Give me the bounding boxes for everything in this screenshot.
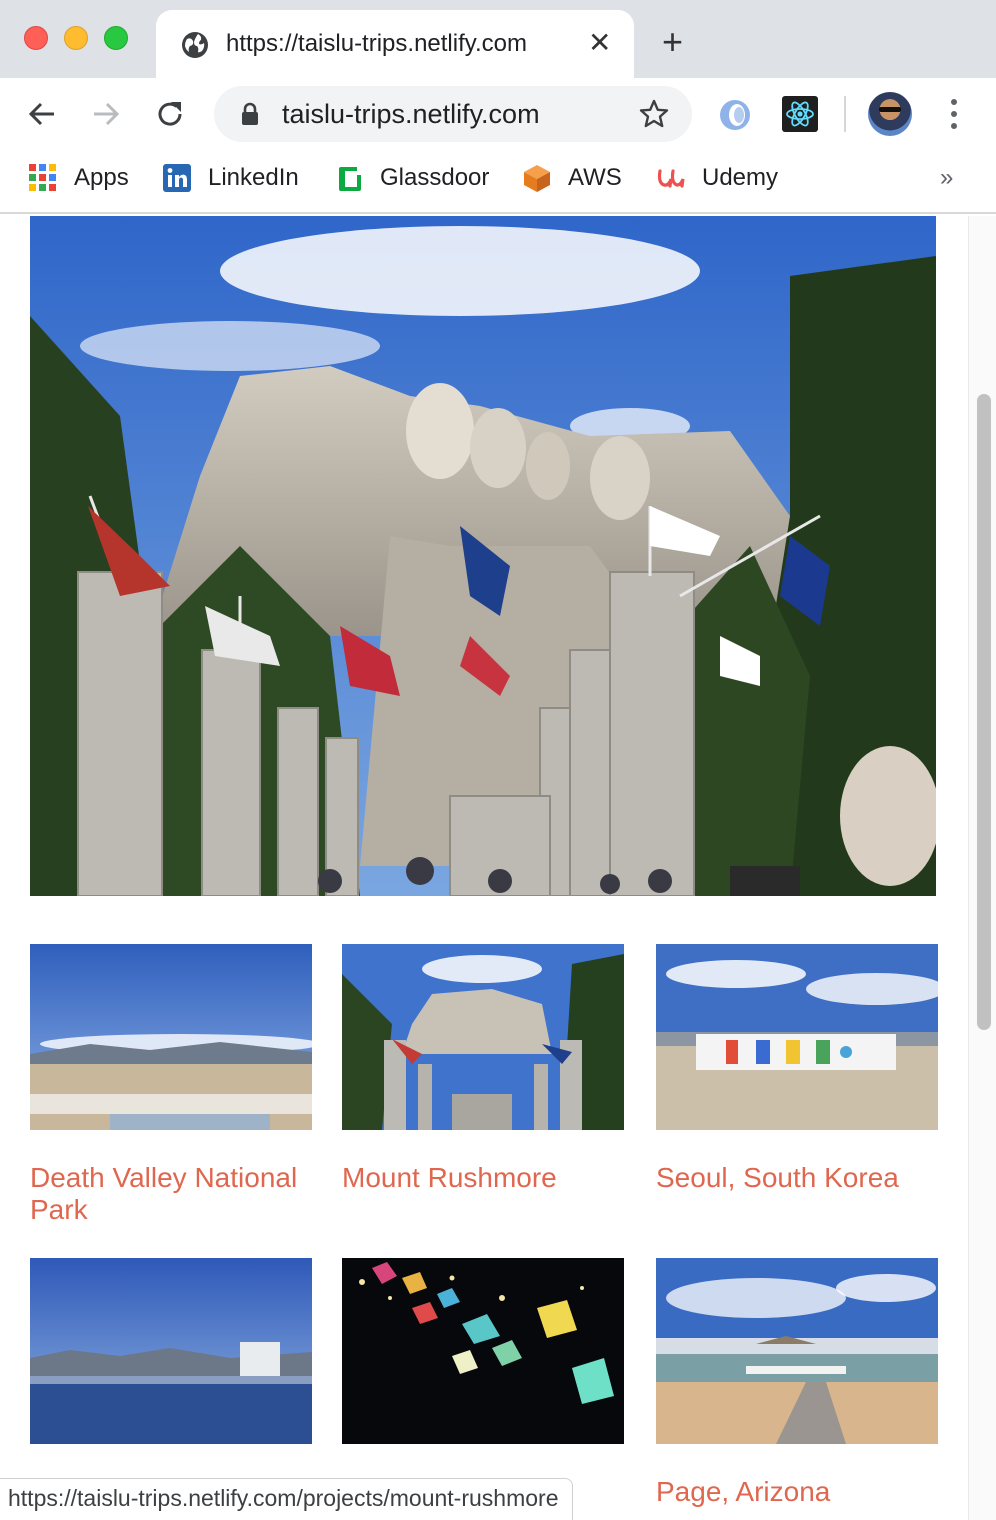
react-icon (786, 101, 814, 127)
browser-toolbar: taislu-trips.netlify.com (0, 78, 996, 150)
tab-strip: https://taislu-trips.netlify.com ✕ + (0, 0, 996, 78)
minimize-window-button[interactable] (64, 26, 88, 50)
bookmark-star-icon[interactable] (638, 98, 670, 130)
bookmark-label: LinkedIn (208, 164, 299, 191)
project-card-seoul[interactable]: Seoul, South Korea (656, 944, 938, 1194)
active-tab[interactable]: https://taislu-trips.netlify.com ✕ (156, 10, 634, 78)
bookmark-udemy[interactable]: Udemy (656, 160, 778, 196)
mount-rushmore-photo (30, 216, 936, 896)
project-title[interactable]: Page, Arizona (656, 1476, 938, 1508)
globe-icon (182, 32, 208, 58)
project-card-page-arizona[interactable]: Page, Arizona (656, 1258, 938, 1508)
scrollbar-thumb[interactable] (977, 394, 991, 1030)
project-thumbnail[interactable] (656, 1258, 938, 1444)
back-button[interactable] (22, 94, 62, 134)
project-thumbnail[interactable] (656, 944, 938, 1130)
bookmark-linkedin[interactable]: LinkedIn (162, 160, 299, 196)
project-card-mount-rushmore[interactable]: Mount Rushmore (342, 944, 624, 1194)
new-tab-button[interactable]: + (662, 22, 683, 62)
project-title[interactable]: Seoul, South Korea (656, 1162, 938, 1194)
reload-icon (158, 102, 182, 126)
bookmark-apps[interactable]: Apps (28, 160, 129, 196)
project-card-lake[interactable] (30, 1258, 312, 1476)
seoul-sign-photo (656, 944, 938, 1130)
maximize-window-button[interactable] (104, 26, 128, 50)
bookmark-label: Apps (74, 164, 129, 191)
hero-photo[interactable] (30, 216, 936, 896)
bookmark-glassdoor[interactable]: Glassdoor (334, 160, 489, 196)
profile-avatar[interactable] (868, 92, 912, 136)
page-scrollbar[interactable] (968, 216, 996, 1520)
bookmarks-bar: Apps LinkedIn Glassdoor AWS Udemy » (0, 150, 996, 214)
udemy-icon (657, 169, 685, 188)
reload-button[interactable] (150, 94, 190, 134)
back-arrow-icon (28, 102, 54, 126)
bookmark-aws[interactable]: AWS (522, 160, 622, 196)
bookmark-label: Glassdoor (380, 164, 490, 191)
more-bookmarks-button[interactable]: » (940, 164, 953, 192)
bookmark-label: Udemy (702, 164, 779, 191)
toolbar-separator (844, 96, 846, 132)
project-thumbnail[interactable] (30, 1258, 312, 1444)
react-devtools-extension[interactable] (782, 96, 818, 132)
project-thumbnail[interactable] (30, 944, 312, 1130)
forward-button[interactable] (86, 94, 126, 134)
lake-powell-marina-photo (656, 1258, 938, 1444)
forward-arrow-icon (94, 102, 120, 126)
address-bar-url[interactable]: taislu-trips.netlify.com (282, 99, 540, 130)
project-card-death-valley[interactable]: Death Valley National Park (30, 944, 312, 1226)
project-title[interactable]: Mount Rushmore (342, 1162, 624, 1194)
lock-icon (242, 102, 258, 125)
lanterns-night-photo (342, 1258, 624, 1444)
link-status-bubble: https://taislu-trips.netlify.com/project… (0, 1478, 574, 1520)
bookmark-label: AWS (568, 164, 622, 191)
aws-cube-icon (524, 165, 550, 192)
death-valley-photo (30, 944, 312, 1130)
tab-title: https://taislu-trips.netlify.com (226, 30, 527, 57)
linkedin-icon (163, 164, 191, 192)
address-bar[interactable]: taislu-trips.netlify.com (214, 86, 692, 142)
project-thumbnail[interactable] (342, 944, 624, 1130)
mount-rushmore-photo (342, 944, 624, 1130)
apps-grid-icon (29, 164, 56, 191)
page-viewport: Death Valley National Park Mount Rushmor… (0, 216, 968, 1520)
glassdoor-icon (339, 167, 361, 191)
project-thumbnail[interactable] (342, 1258, 624, 1444)
extension-ring-icon[interactable] (716, 96, 754, 134)
project-card-lanterns[interactable] (342, 1258, 624, 1476)
close-window-button[interactable] (24, 26, 48, 50)
tab-close-icon[interactable]: ✕ (588, 28, 611, 58)
project-title[interactable]: Death Valley National Park (30, 1162, 312, 1226)
browser-menu-button[interactable] (940, 96, 968, 132)
lake-skyline-photo (30, 1258, 312, 1444)
